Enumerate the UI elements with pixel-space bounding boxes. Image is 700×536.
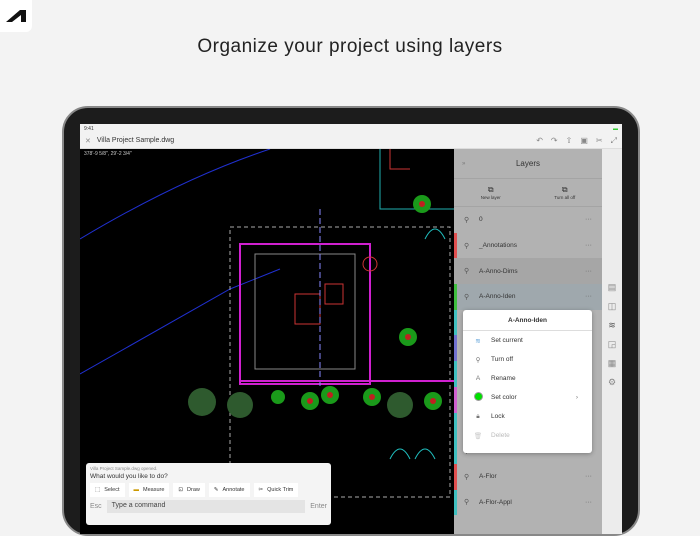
layer-name: A-Anno-Dims (479, 267, 518, 275)
layers-title: Layers (515, 159, 540, 168)
layer-row[interactable]: ⚲ 0 ··· (454, 207, 602, 233)
turn-off-item[interactable]: ⚲ Turn off (463, 350, 592, 369)
draw-button[interactable]: ⊡ Draw (173, 483, 205, 497)
bulb-icon[interactable]: ⚲ (464, 293, 469, 301)
more-icon[interactable]: ··· (585, 268, 592, 275)
layer-row[interactable]: ⚲ A-Anno-Iden ··· (454, 284, 602, 310)
rename-item[interactable]: A Rename (463, 369, 592, 388)
clock: 9:41 (84, 126, 94, 132)
battery-icon: ▬ (613, 126, 618, 132)
annotate-button[interactable]: ✎ Annotate (208, 483, 250, 497)
turn-all-off-button[interactable]: ⧉ Turn all off (554, 185, 575, 200)
lock-item[interactable]: 🔒︎ Lock (463, 407, 592, 426)
fullscreen-icon[interactable]: ⤢ (611, 136, 617, 146)
blocks-icon[interactable]: ◲ (608, 339, 617, 350)
command-status: Villa Project Sample.dwg opened. (90, 466, 158, 471)
measure-button[interactable]: ▬ Measure (128, 483, 170, 497)
right-toolbar: ▤ ◫ ≋ ◲ ▦ ⚙ (602, 149, 622, 534)
draw-icon: ⊡ (178, 487, 184, 493)
rename-label: Rename (491, 375, 516, 382)
set-color-label: Set color (491, 394, 517, 401)
bulb-icon[interactable]: ⚲ (464, 267, 469, 275)
command-prompt: What would you like to do? (90, 473, 168, 480)
drawing-canvas[interactable]: 378'-9 5/8", 29'-2 3/4" Villa Project Sa… (80, 148, 454, 534)
bulb-off-icon: ⚲ (475, 356, 481, 364)
coordinate-readout: 378'-9 5/8", 29'-2 3/4" (84, 151, 132, 157)
layer-row[interactable]: ⚲ A-Flor ··· (454, 463, 602, 490)
set-color-item[interactable]: Set color › (463, 388, 592, 407)
bulb-icon[interactable]: ⚲ (464, 498, 469, 506)
share-icon[interactable]: ⇧ (566, 136, 573, 146)
annotate-icon: ✎ (213, 487, 219, 493)
sheets-icon[interactable]: ▦ (608, 358, 617, 369)
layer-name: _Annotations (479, 242, 517, 250)
turn-all-off-label: Turn all off (554, 195, 576, 200)
layer-row[interactable]: ⚲ A-Anno-Dims ··· (454, 258, 602, 285)
file-title: Villa Project Sample.dwg (96, 137, 175, 144)
enter-button[interactable]: Enter (310, 503, 327, 510)
undo-icon[interactable]: ↶ (536, 136, 543, 146)
annotate-label: Annotate (222, 487, 245, 493)
more-icon[interactable]: ··· (585, 499, 592, 506)
autodesk-logo (0, 0, 32, 32)
settings-icon[interactable]: ⚙ (608, 377, 616, 388)
redo-icon[interactable]: ↷ (551, 136, 558, 146)
headline: Organize your project using layers (197, 36, 503, 57)
properties-icon[interactable]: ▤ (608, 282, 617, 293)
new-layer-button[interactable]: ⧉ New layer (481, 185, 501, 200)
layer-name: A-Flor-Appl (479, 498, 512, 506)
esc-button[interactable]: Esc (90, 503, 102, 510)
trim-icon[interactable]: ✂ (596, 136, 603, 146)
lock-icon: 🔒︎ (476, 412, 480, 420)
quick-trim-label: Quick Trim (267, 487, 294, 493)
set-current-item[interactable]: ≋ Set current (463, 331, 592, 350)
layer-row[interactable]: ⚲ _Annotations ··· (454, 232, 602, 259)
context-menu-title: A-Anno-Iden (463, 310, 592, 331)
layer-name: A-Anno-Iden (479, 293, 516, 301)
measure-label: Measure (143, 487, 165, 493)
delete-label: Delete (491, 432, 510, 439)
bulb-icon[interactable]: ⚲ (464, 242, 469, 250)
more-icon[interactable]: ··· (585, 216, 592, 223)
bulb-icon[interactable]: ⚲ (464, 216, 469, 224)
layer-name: 0 (479, 216, 483, 224)
trash-icon: 🗑︎ (473, 432, 483, 440)
select-button[interactable]: ⬚ Select (90, 483, 125, 497)
command-input[interactable]: Type a command (106, 500, 306, 513)
quick-trim-icon: ✂ (258, 487, 264, 493)
rename-icon: A (475, 375, 481, 382)
turn-all-off-icon: ⧉ (561, 185, 568, 194)
delete-item[interactable]: 🗑︎ Delete (463, 426, 592, 445)
draw-label: Draw (187, 487, 200, 493)
layers-icon[interactable]: ≋ (608, 320, 616, 331)
bulb-icon[interactable]: ⚲ (464, 473, 469, 481)
chevron-right-icon: › (575, 394, 578, 401)
layer-row[interactable]: ⚲ A-Flor-Appl ··· (454, 489, 602, 516)
new-layer-label: New layer (480, 195, 501, 200)
more-icon[interactable]: ··· (585, 293, 592, 300)
more-icon[interactable]: ··· (585, 242, 592, 249)
collapse-icon[interactable]: » (462, 161, 465, 167)
view-icon[interactable]: ◫ (608, 301, 617, 312)
set-current-label: Set current (491, 337, 523, 344)
select-label: Select (104, 487, 120, 493)
turn-off-label: Turn off (491, 356, 514, 363)
new-layer-icon: ⧉ (487, 185, 494, 194)
command-panel: Villa Project Sample.dwg opened. What wo… (86, 463, 331, 525)
select-icon: ⬚ (95, 487, 101, 493)
title-bar: ✕ Villa Project Sample.dwg ↶ ↷ ⇧ ▣ ✂ ⤢ (80, 133, 622, 149)
color-swatch-icon (473, 392, 483, 403)
save-icon[interactable]: ▣ (580, 136, 588, 146)
more-icon[interactable]: ··· (585, 473, 592, 480)
measure-icon: ▬ (133, 487, 140, 493)
layer-context-menu: A-Anno-Iden ≋ Set current ⚲ Turn off A Rena… (463, 310, 592, 453)
status-bar: 9:41 ▬ (80, 124, 622, 133)
set-current-icon: ≋ (475, 337, 481, 345)
lock-label: Lock (491, 413, 505, 420)
close-icon[interactable]: ✕ (85, 137, 91, 145)
layer-name: A-Flor (479, 473, 497, 481)
quick-trim-button[interactable]: ✂ Quick Trim (253, 483, 299, 497)
